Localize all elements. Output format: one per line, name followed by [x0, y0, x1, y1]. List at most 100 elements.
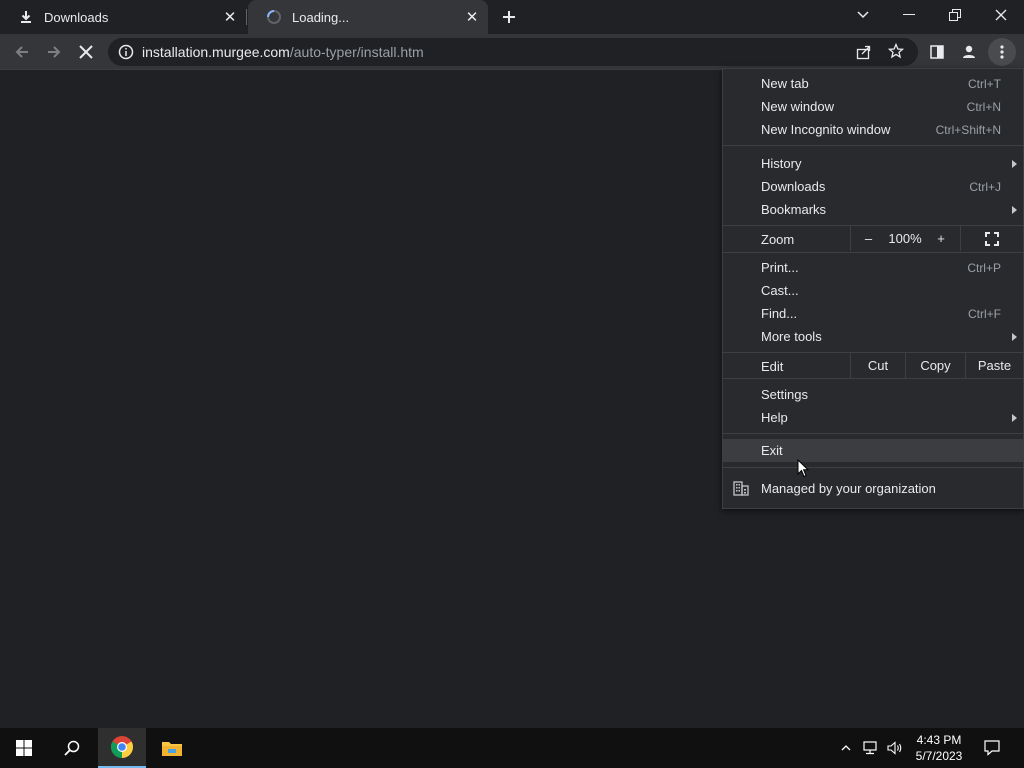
menu-print[interactable]: Print... Ctrl+P	[723, 256, 1023, 279]
chevron-down-icon	[857, 11, 869, 19]
menu-edit-row: Edit Cut Copy Paste	[723, 353, 1023, 378]
menu-more-tools[interactable]: More tools	[723, 325, 1023, 348]
minimize-icon	[903, 14, 915, 15]
menu-find[interactable]: Find... Ctrl+F	[723, 302, 1023, 325]
menu-shortcut: Ctrl+J	[969, 179, 1001, 194]
menu-divider	[723, 467, 1023, 468]
share-icon[interactable]	[856, 44, 872, 65]
site-info-icon[interactable]	[118, 44, 134, 65]
spinner-icon	[266, 9, 282, 25]
menu-downloads[interactable]: Downloads Ctrl+J	[723, 175, 1023, 198]
menu-help[interactable]: Help	[723, 406, 1023, 429]
side-panel-icon	[930, 45, 944, 59]
more-vertical-icon	[1000, 45, 1004, 59]
menu-label: New tab	[761, 76, 809, 91]
copy-button[interactable]: Copy	[905, 353, 965, 378]
menu-shortcut: Ctrl+T	[968, 76, 1001, 91]
url-host: installation.murgee.com	[142, 44, 290, 60]
menu-label: Print...	[761, 260, 799, 275]
network-icon	[863, 741, 877, 755]
close-window-button[interactable]	[978, 0, 1024, 30]
menu-shortcut: Ctrl+F	[968, 306, 1001, 321]
clock-time: 4:43 PM	[916, 733, 962, 747]
cut-button[interactable]: Cut	[850, 353, 905, 378]
fullscreen-button[interactable]	[960, 226, 1023, 251]
menu-cast[interactable]: Cast...	[723, 279, 1023, 302]
tab-separator	[246, 9, 247, 25]
menu-shortcut: Ctrl+N	[966, 99, 1001, 114]
search-button[interactable]	[48, 728, 96, 768]
restore-button[interactable]	[932, 0, 978, 30]
browser-toolbar: installation.murgee.com/auto-typer/insta…	[0, 34, 1024, 70]
notifications-button[interactable]	[976, 728, 1008, 768]
clock[interactable]: 4:43 PM 5/7/2023	[910, 728, 968, 768]
side-panel-button[interactable]	[923, 38, 951, 66]
menu-divider	[723, 433, 1023, 434]
menu-divider	[723, 145, 1023, 146]
mouse-cursor-icon	[797, 458, 810, 483]
back-button[interactable]	[8, 38, 36, 66]
menu-zoom-row: Zoom – 100% +	[723, 226, 1023, 251]
submenu-arrow-icon	[1012, 332, 1017, 341]
zoom-in-button[interactable]: +	[924, 226, 958, 251]
menu-exit[interactable]: Exit	[723, 439, 1023, 462]
tab-strip: Downloads ✕ Loading... ✕	[0, 0, 1024, 34]
edit-label: Edit	[761, 359, 784, 374]
close-tab-icon[interactable]: ✕	[220, 7, 240, 27]
menu-history[interactable]: History	[723, 152, 1023, 175]
address-bar[interactable]: installation.murgee.com/auto-typer/insta…	[108, 38, 918, 66]
speaker-icon	[887, 741, 902, 755]
download-icon	[18, 9, 34, 25]
chevron-up-icon	[841, 745, 851, 751]
tab-loading[interactable]: Loading... ✕	[248, 0, 488, 34]
url-text: installation.murgee.com/auto-typer/insta…	[142, 44, 424, 60]
menu-label: New Incognito window	[761, 122, 891, 137]
zoom-out-button[interactable]: –	[850, 226, 886, 251]
back-arrow-icon	[15, 46, 28, 58]
menu-new-window[interactable]: New window Ctrl+N	[723, 95, 1023, 118]
bookmark-star-icon[interactable]	[887, 42, 905, 64]
menu-button[interactable]	[988, 38, 1016, 66]
stop-icon	[79, 45, 93, 59]
forward-button[interactable]	[40, 38, 68, 66]
menu-label: History	[761, 156, 802, 171]
close-tab-icon[interactable]: ✕	[462, 7, 482, 27]
menu-label: Settings	[761, 387, 808, 402]
fullscreen-icon	[985, 231, 999, 246]
menu-label: Find...	[761, 306, 798, 321]
new-tab-button[interactable]	[498, 6, 520, 28]
taskbar-chrome[interactable]	[98, 728, 146, 768]
start-button[interactable]	[0, 728, 48, 768]
menu-new-tab[interactable]: New tab Ctrl+T	[723, 72, 1023, 95]
windows-logo-icon	[16, 740, 32, 756]
menu-label: Cast...	[761, 283, 799, 298]
tab-downloads[interactable]: Downloads ✕	[0, 0, 246, 34]
network-button[interactable]	[860, 728, 882, 768]
profile-icon	[963, 45, 975, 58]
menu-label: New window	[761, 99, 834, 114]
chrome-menu: New tab Ctrl+T New window Ctrl+N New Inc…	[722, 68, 1024, 509]
volume-button[interactable]	[884, 728, 906, 768]
minimize-button[interactable]	[886, 0, 932, 30]
menu-divider	[723, 252, 1023, 253]
menu-label: More tools	[761, 329, 822, 344]
profile-button[interactable]	[955, 38, 983, 66]
tab-search-button[interactable]	[840, 0, 886, 30]
chrome-icon	[111, 736, 133, 758]
folder-icon	[162, 742, 182, 756]
menu-new-incognito[interactable]: New Incognito window Ctrl+Shift+N	[723, 118, 1023, 141]
notification-icon	[984, 740, 1000, 756]
menu-managed[interactable]: Managed by your organization	[723, 477, 1023, 500]
menu-settings[interactable]: Settings	[723, 383, 1023, 406]
restore-icon	[949, 9, 961, 21]
forward-arrow-icon	[48, 46, 61, 58]
menu-bookmarks[interactable]: Bookmarks	[723, 198, 1023, 221]
stop-loading-button[interactable]	[72, 38, 100, 66]
show-hidden-icons-button[interactable]	[836, 728, 856, 768]
menu-label: Exit	[761, 443, 783, 458]
submenu-arrow-icon	[1012, 413, 1017, 422]
submenu-arrow-icon	[1012, 159, 1017, 168]
taskbar: 4:43 PM 5/7/2023	[0, 728, 1024, 768]
taskbar-file-explorer[interactable]	[148, 728, 196, 768]
paste-button[interactable]: Paste	[965, 353, 1023, 378]
